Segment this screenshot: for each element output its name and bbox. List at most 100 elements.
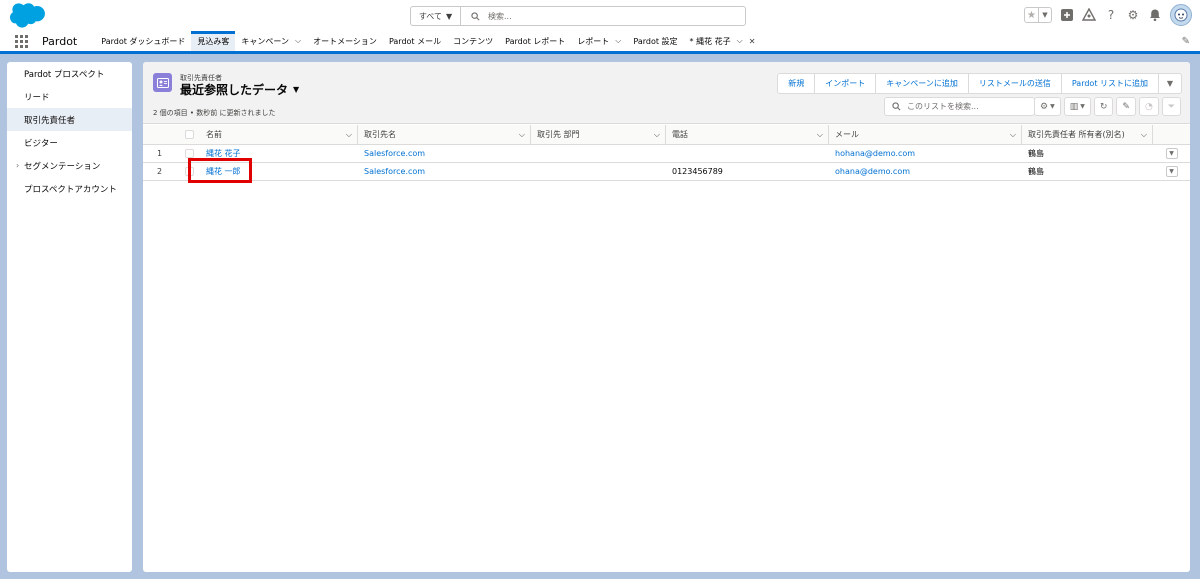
left-sidebar: Pardot プロスペクト リード 取引先責任者 ビジター › セグメンテーション…	[7, 62, 132, 572]
edit-nav-pencil-icon[interactable]: ✎	[1182, 36, 1190, 47]
salesforce-logo[interactable]	[10, 3, 46, 28]
table-icon: ▥	[1069, 101, 1079, 112]
sidebar-item-contacts[interactable]: 取引先責任者	[7, 108, 132, 131]
refresh-button[interactable]: ↻	[1093, 97, 1114, 116]
favorites-group: ★ ▼	[1024, 7, 1052, 23]
nav-item-pardot-settings[interactable]: Pardot 設定	[627, 31, 683, 51]
list-search-input[interactable]: このリストを検索...	[884, 97, 1035, 116]
nav-item-pardot-email[interactable]: Pardot メール	[383, 31, 447, 51]
column-header-department[interactable]: 取引先 部門 ⌵	[531, 125, 666, 144]
chevron-down-icon[interactable]: ⌵	[1010, 130, 1016, 140]
column-header-phone[interactable]: 電話 ⌵	[666, 125, 829, 144]
astro-avatar-icon	[1174, 8, 1188, 22]
sidebar-item-visitors[interactable]: ビジター	[7, 131, 132, 154]
row-actions-dropdown-icon[interactable]: ▼	[1165, 148, 1178, 159]
search-placeholder: 検索...	[488, 11, 512, 21]
select-all-checkbox[interactable]	[185, 130, 194, 139]
column-header-name[interactable]: 名前 ⌵	[200, 125, 358, 144]
caret-down-icon: ▼	[1080, 103, 1085, 110]
gear-icon: ⚙	[1040, 101, 1049, 112]
sidebar-item-leads[interactable]: リード	[7, 85, 132, 108]
sidebar-item-label: プロスペクトアカウント	[24, 184, 117, 195]
account-cell: Salesforce.com	[358, 163, 531, 180]
edit-list-button[interactable]: ✎	[1116, 97, 1136, 116]
setup-gear-icon[interactable]: ⚙	[1126, 8, 1140, 22]
nav-item-label: Pardot レポート	[505, 36, 566, 46]
app-launcher-icon	[14, 34, 28, 48]
user-avatar[interactable]	[1170, 4, 1192, 26]
row-actions-cell: ▼	[1153, 145, 1190, 162]
row-number: 1	[157, 149, 163, 158]
column-header-account[interactable]: 取引先名 ⌵	[358, 125, 531, 144]
nav-item-pardot-dashboard[interactable]: Pardot ダッシュボード	[95, 31, 191, 51]
global-actions-icon[interactable]	[1060, 8, 1074, 22]
import-button[interactable]: インポート	[815, 74, 877, 93]
row-actions-dropdown-icon[interactable]: ▼	[1165, 166, 1178, 177]
notifications-bell-icon[interactable]	[1148, 8, 1162, 22]
sidebar-item-segmentation[interactable]: › セグメンテーション	[7, 154, 132, 177]
more-actions-dropdown-icon[interactable]: ▼	[1159, 74, 1181, 93]
chevron-down-icon[interactable]: ⌵	[1141, 130, 1147, 140]
sidebar-item-label: リード	[24, 92, 50, 103]
nav-item-reports[interactable]: レポート ⌵	[571, 31, 627, 51]
close-icon[interactable]: ✕	[749, 37, 756, 46]
email-link[interactable]: ohana@demo.com	[835, 167, 910, 176]
add-to-pardot-list-button[interactable]: Pardot リストに追加	[1062, 74, 1159, 93]
app-launcher[interactable]	[6, 31, 36, 51]
owner-cell: 鶴島	[1028, 149, 1044, 158]
list-table: 名前 ⌵ 取引先名 ⌵ 取引先 部門 ⌵ 電話 ⌵ メール ⌵ 取引先責任者 所有者(別名…	[143, 125, 1190, 183]
column-header-owner[interactable]: 取引先責任者 所有者(別名) ⌵	[1022, 125, 1153, 144]
chevron-down-icon[interactable]: ⌵	[737, 36, 743, 46]
account-link[interactable]: Salesforce.com	[364, 149, 425, 158]
account-link[interactable]: Salesforce.com	[364, 167, 425, 176]
star-icon[interactable]: ★	[1025, 8, 1038, 22]
highlight-box	[188, 158, 252, 183]
chevron-right-icon[interactable]: ›	[16, 161, 19, 170]
select-all-cell	[179, 125, 200, 144]
row-checkbox[interactable]	[185, 149, 194, 158]
app-name: Pardot	[42, 34, 78, 48]
caret-down-icon[interactable]: ▼	[293, 85, 299, 94]
nav-item-label: レポート	[577, 36, 610, 46]
list-settings-button[interactable]: ⚙ ▼	[1034, 97, 1061, 116]
phone-cell: 0123456789	[672, 167, 723, 176]
nav-item-prospects[interactable]: 見込み客	[191, 31, 236, 51]
search-input[interactable]: 検索...	[461, 7, 745, 25]
contact-card-icon	[156, 77, 169, 88]
filter-button[interactable]: ⏷	[1161, 97, 1181, 116]
add-to-campaign-button[interactable]: キャンペーンに追加	[876, 74, 969, 93]
column-header-email[interactable]: メール ⌵	[829, 125, 1022, 144]
trailhead-icon[interactable]	[1082, 8, 1096, 22]
table-header-row: 名前 ⌵ 取引先名 ⌵ 取引先 部門 ⌵ 電話 ⌵ メール ⌵ 取引先責任者 所有者(別名…	[143, 125, 1190, 145]
chevron-down-icon[interactable]: ⌵	[615, 36, 621, 46]
filter-icon: ⏷	[1167, 101, 1175, 112]
column-header-actions	[1153, 125, 1190, 144]
new-button[interactable]: 新規	[778, 74, 816, 93]
nav-item-label: Pardot 設定	[633, 36, 678, 46]
nav-item-campaigns[interactable]: キャンペーン ⌵	[235, 31, 307, 51]
chevron-down-icon[interactable]: ⌵	[519, 130, 525, 140]
pencil-icon: ✎	[1122, 101, 1130, 112]
send-list-email-button[interactable]: リストメールの送信	[969, 74, 1062, 93]
chevron-down-icon[interactable]: ⌵	[654, 130, 660, 140]
email-link[interactable]: hohana@demo.com	[835, 149, 915, 158]
search-scope-select[interactable]: すべて ▼	[411, 7, 461, 25]
display-as-button[interactable]: ▥ ▼	[1063, 97, 1091, 116]
department-cell	[531, 163, 666, 180]
chevron-down-icon[interactable]: ⌵	[346, 130, 352, 140]
favorites-menu-icon[interactable]: ▼	[1038, 8, 1051, 22]
nav-item-automation[interactable]: オートメーション	[307, 31, 383, 51]
sidebar-item-prospect-accounts[interactable]: プロスペクトアカウント	[7, 177, 132, 200]
column-header-label: 名前	[206, 130, 222, 139]
nav-item-record-tab[interactable]: * 縄花 花子 ⌵ ✕	[684, 31, 762, 51]
list-search-placeholder: このリストを検索...	[907, 102, 979, 111]
nav-item-content[interactable]: コンテンツ	[447, 31, 499, 51]
column-header-label: 電話	[672, 130, 688, 139]
help-icon[interactable]: ?	[1104, 8, 1118, 22]
sidebar-item-pardot-prospects[interactable]: Pardot プロスペクト	[7, 62, 132, 85]
list-view-title[interactable]: 最近参照したデータ ▼	[180, 81, 299, 98]
nav-item-pardot-reports[interactable]: Pardot レポート	[499, 31, 571, 51]
chevron-down-icon[interactable]: ⌵	[295, 36, 301, 46]
chevron-down-icon[interactable]: ⌵	[817, 130, 823, 140]
chart-button[interactable]: ◔	[1138, 97, 1159, 116]
